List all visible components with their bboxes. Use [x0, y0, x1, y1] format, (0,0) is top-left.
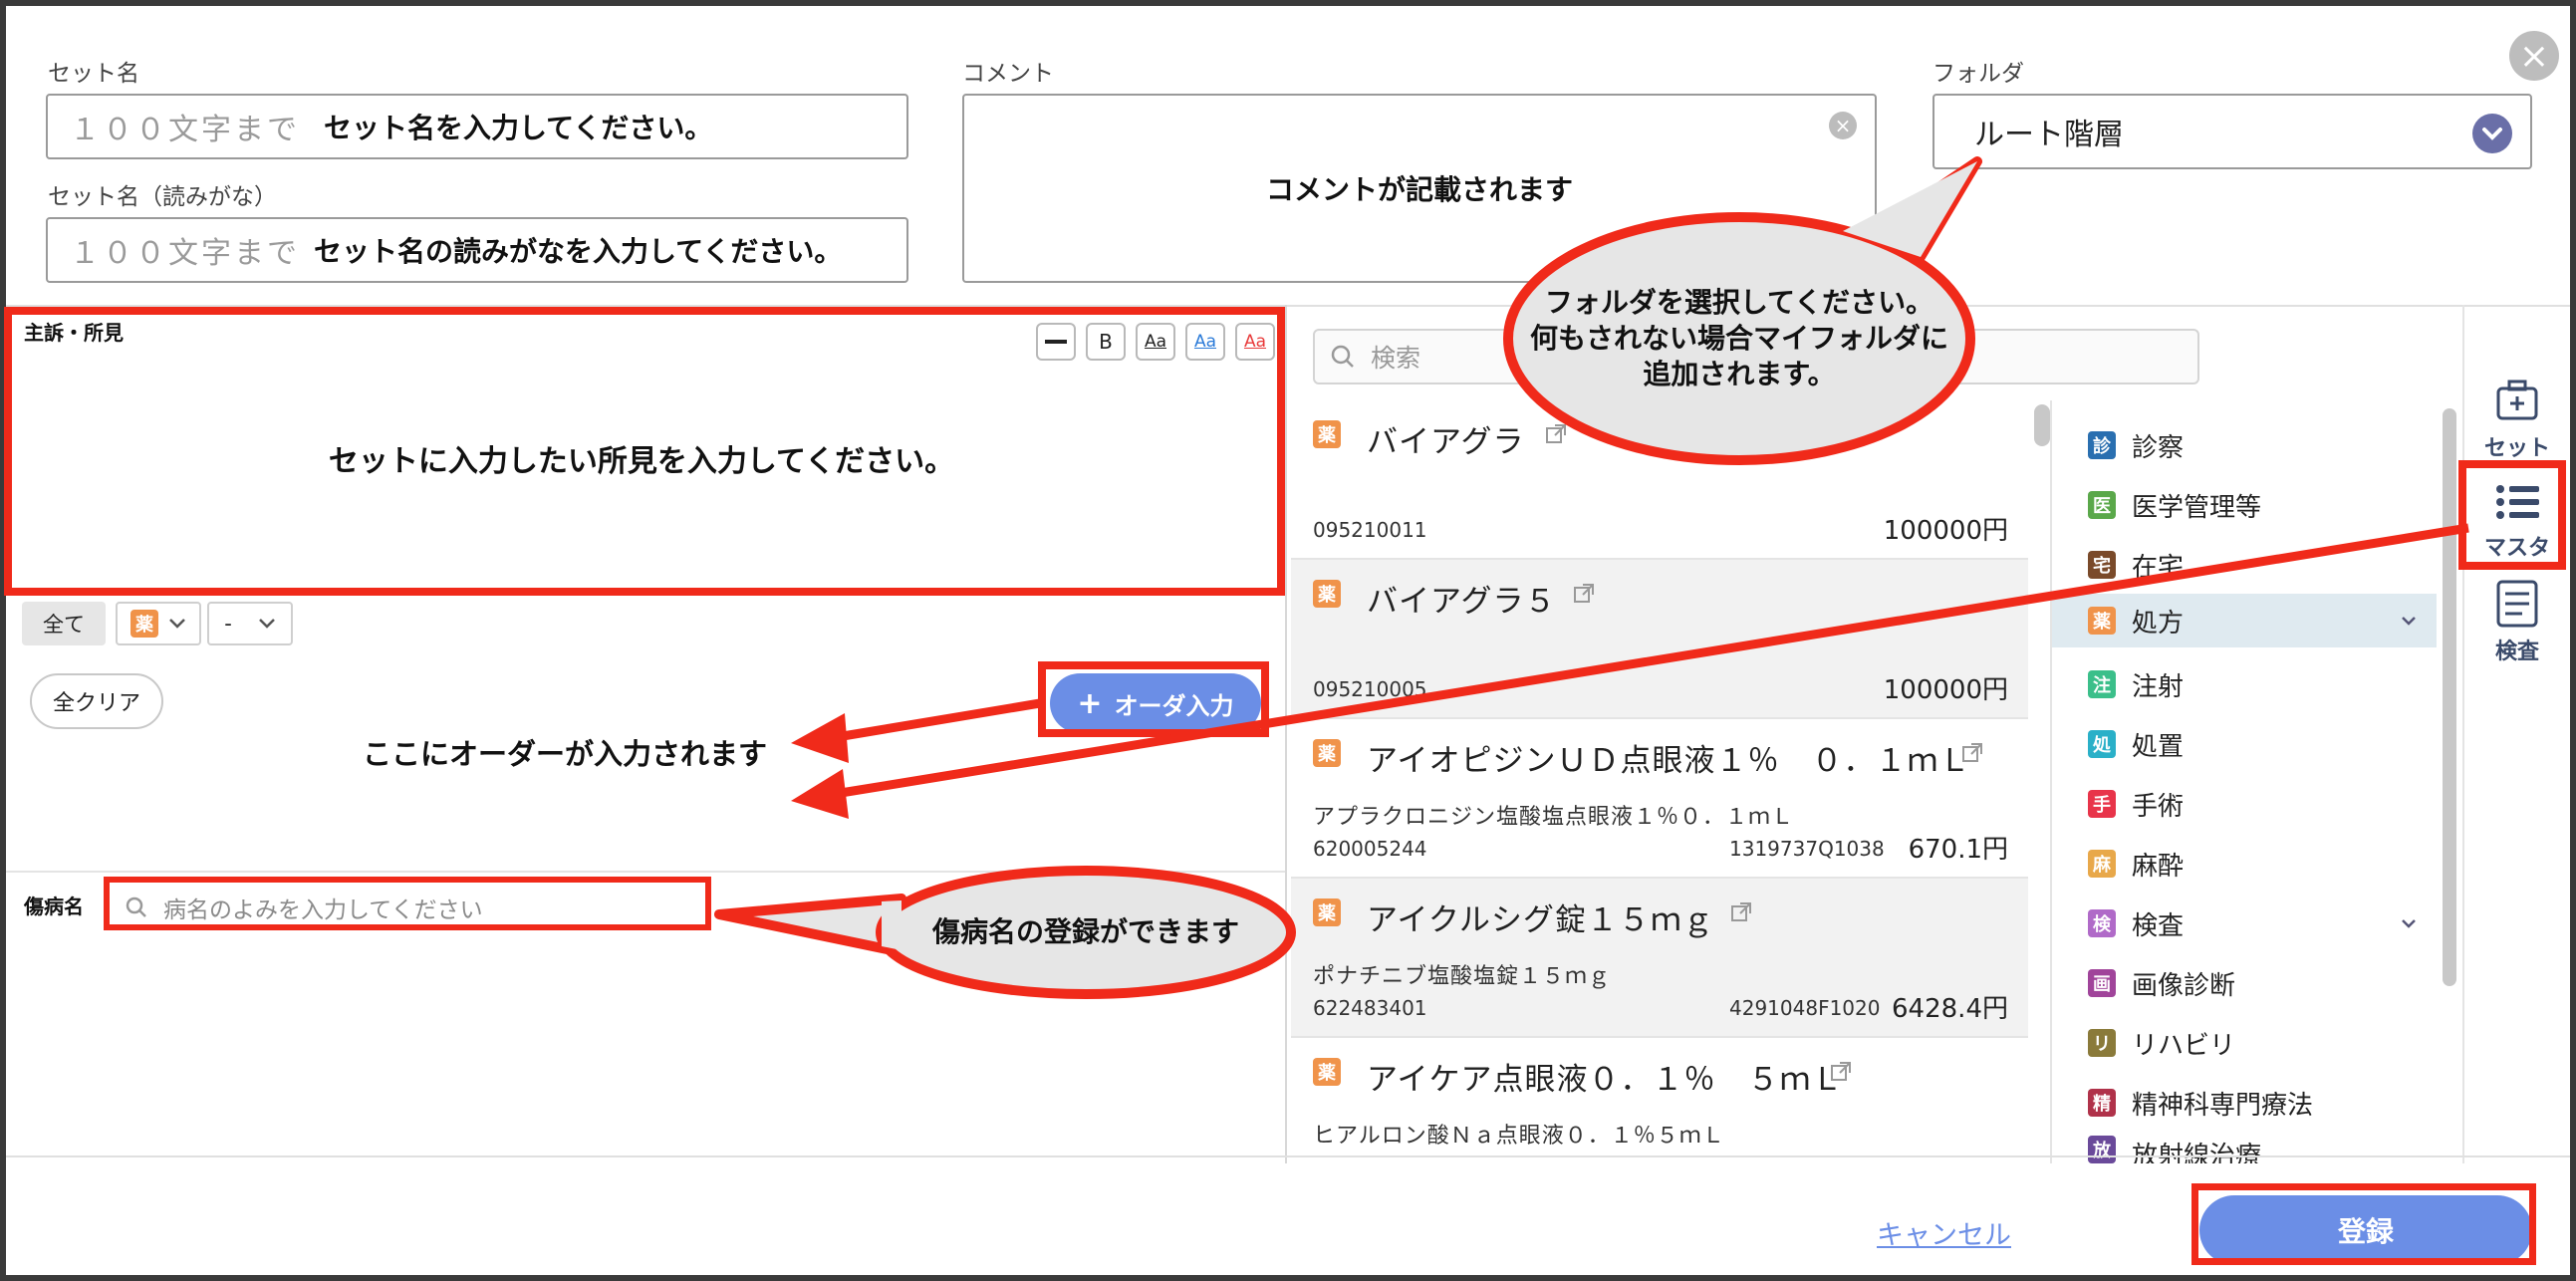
folder-callout-line1: フォルダを選択してください。 — [1544, 286, 1934, 319]
disease-callout-text: 傷病名の登録ができます — [931, 915, 1239, 948]
annotation-arrows — [714, 156, 2469, 999]
master-arrow-head — [791, 769, 849, 819]
folder-callout-line2: 何もされない場合マイフォルダに — [1529, 322, 1948, 355]
folder-callout-text: フォルダを選択してください。 何もされない場合マイフォルダに 追加されます。 — [1514, 285, 1964, 392]
master-arrow-line — [840, 523, 2469, 798]
disease-callout-tail — [714, 894, 906, 957]
order-arrow-head — [791, 713, 849, 763]
folder-callout-line3: 追加されます。 — [1643, 358, 1836, 390]
order-arrow-line — [836, 698, 1041, 742]
